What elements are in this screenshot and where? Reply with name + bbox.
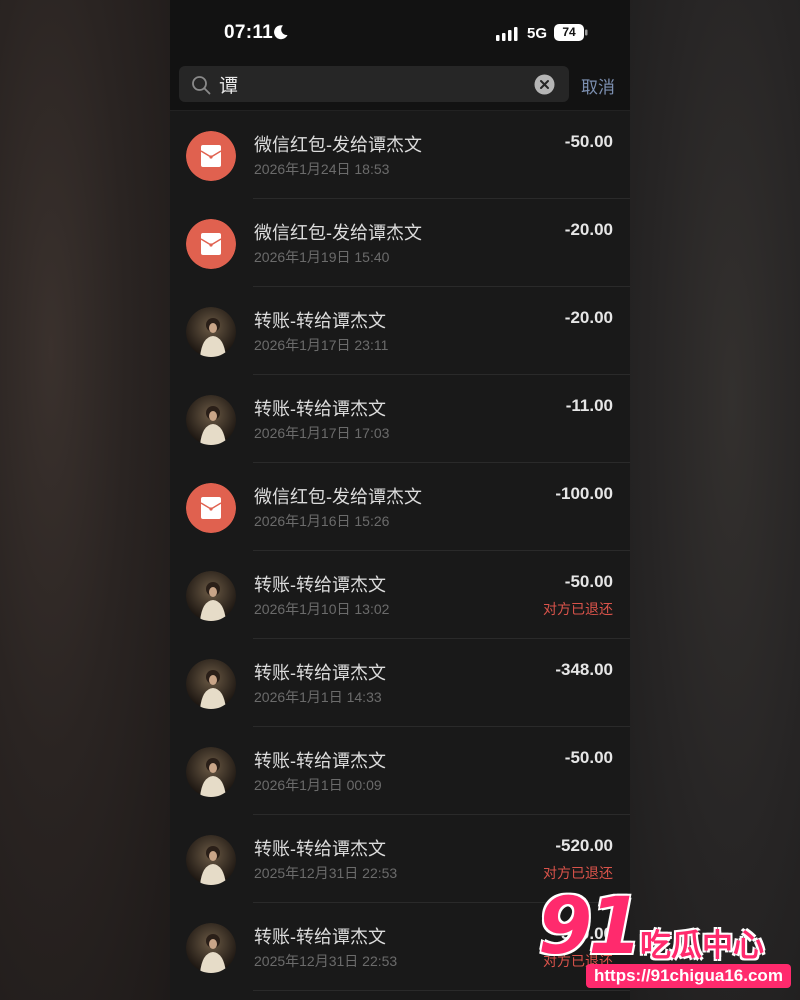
transaction-row[interactable]: 转账-转给谭杰文 2026年1月17日 17:03 -11.00 (170, 375, 630, 463)
search-input[interactable] (219, 71, 519, 97)
transaction-note: 对方已退还 (543, 601, 613, 617)
battery-level: 74 (562, 25, 576, 39)
red-envelope-icon (186, 483, 236, 533)
cancel-button[interactable]: 取消 (581, 73, 615, 98)
watermark-name: 吃瓜中心 (640, 928, 764, 963)
transaction-list: 微信红包-发给谭杰文 2026年1月24日 18:53 -50.00 微信红包-发给谭… (170, 111, 630, 991)
transaction-title: 转账-转给谭杰文 (254, 663, 386, 683)
status-time: 07:11 (224, 22, 274, 43)
transaction-amount: -11.00 (565, 396, 613, 415)
red-envelope-icon (186, 131, 236, 181)
transaction-date: 2026年1月1日 00:09 (254, 777, 382, 793)
transaction-date: 2026年1月17日 17:03 (254, 425, 390, 441)
transaction-title: 转账-转给谭杰文 (254, 751, 386, 771)
transaction-date: 2026年1月17日 23:11 (254, 337, 389, 353)
background-left (0, 0, 170, 1000)
watermark-number: 91 (538, 882, 643, 972)
transaction-amount: -50.00 (564, 572, 613, 591)
search-bar: 取消 (170, 64, 630, 111)
transaction-date: 2026年1月1日 14:33 (254, 689, 382, 705)
transaction-row[interactable]: 转账-转给谭杰文 2026年1月10日 13:02 -50.00 对方已退还 (170, 551, 630, 639)
user-avatar (186, 747, 236, 797)
transaction-title: 转账-转给谭杰文 (254, 399, 386, 419)
transaction-amount: -20.00 (564, 308, 613, 327)
transaction-note: 对方已退还 (543, 865, 613, 881)
transaction-amount: -20.00 (564, 220, 613, 239)
signal-icon (496, 27, 518, 41)
transaction-title: 转账-转给谭杰文 (254, 839, 386, 859)
user-avatar (186, 835, 236, 885)
user-avatar (186, 571, 236, 621)
transaction-row[interactable]: 转账-转给谭杰文 2026年1月17日 23:11 -20.00 (170, 287, 630, 375)
user-avatar (186, 923, 236, 973)
red-envelope-icon (186, 219, 236, 269)
transaction-row[interactable]: 转账-转给谭杰文 2026年1月1日 14:33 -348.00 (170, 639, 630, 727)
background-right (630, 0, 800, 1000)
transaction-date: 2026年1月10日 13:02 (254, 601, 390, 617)
network-type: 5G (527, 25, 548, 42)
transaction-date: 2026年1月24日 18:53 (254, 161, 390, 177)
transaction-title: 转账-转给谭杰文 (254, 311, 386, 331)
watermark-url: https://91chigua16.com (586, 964, 791, 988)
status-bar: 07:11 5G 74 (170, 0, 630, 64)
transaction-amount: -50.00 (564, 748, 613, 767)
transaction-date: 2025年12月31日 22:53 (254, 953, 398, 969)
transaction-amount: -520.00 (555, 836, 613, 855)
clear-icon[interactable] (534, 74, 555, 95)
transaction-date: 2026年1月19日 15:40 (254, 249, 390, 265)
transaction-title: 微信红包-发给谭杰文 (254, 135, 422, 155)
transaction-date: 2026年1月16日 15:26 (254, 513, 390, 529)
transaction-title: 微信红包-发给谭杰文 (254, 487, 422, 507)
transaction-amount: -50.00 (564, 132, 613, 151)
phone-screen: 07:11 5G 74 谭 取消 微信红包-发给谭杰文 2026年1月24日 1… (170, 0, 630, 1000)
transaction-amount: -348.00 (555, 660, 613, 679)
user-avatar (186, 307, 236, 357)
watermark-logo: 91 吃瓜中心 https://91chigua16.com (534, 882, 791, 992)
transaction-row[interactable]: 转账-转给谭杰文 2026年1月1日 00:09 -50.00 (170, 727, 630, 815)
user-avatar (186, 395, 236, 445)
transaction-row[interactable]: 微信红包-发给谭杰文 2026年1月19日 15:40 -20.00 (170, 199, 630, 287)
transaction-date: 2025年12月31日 22:53 (254, 865, 398, 881)
user-avatar (186, 659, 236, 709)
transaction-title: 转账-转给谭杰文 (254, 575, 386, 595)
transaction-title: 微信红包-发给谭杰文 (254, 223, 422, 243)
transaction-row[interactable]: 微信红包-发给谭杰文 2026年1月24日 18:53 -50.00 (170, 111, 630, 199)
transaction-amount: -100.00 (555, 484, 613, 503)
transaction-title: 转账-转给谭杰文 (254, 927, 386, 947)
search-box[interactable] (179, 66, 569, 102)
transaction-row[interactable]: 微信红包-发给谭杰文 2026年1月16日 15:26 -100.00 (170, 463, 630, 551)
moon-icon (274, 25, 288, 40)
search-icon (192, 76, 211, 95)
